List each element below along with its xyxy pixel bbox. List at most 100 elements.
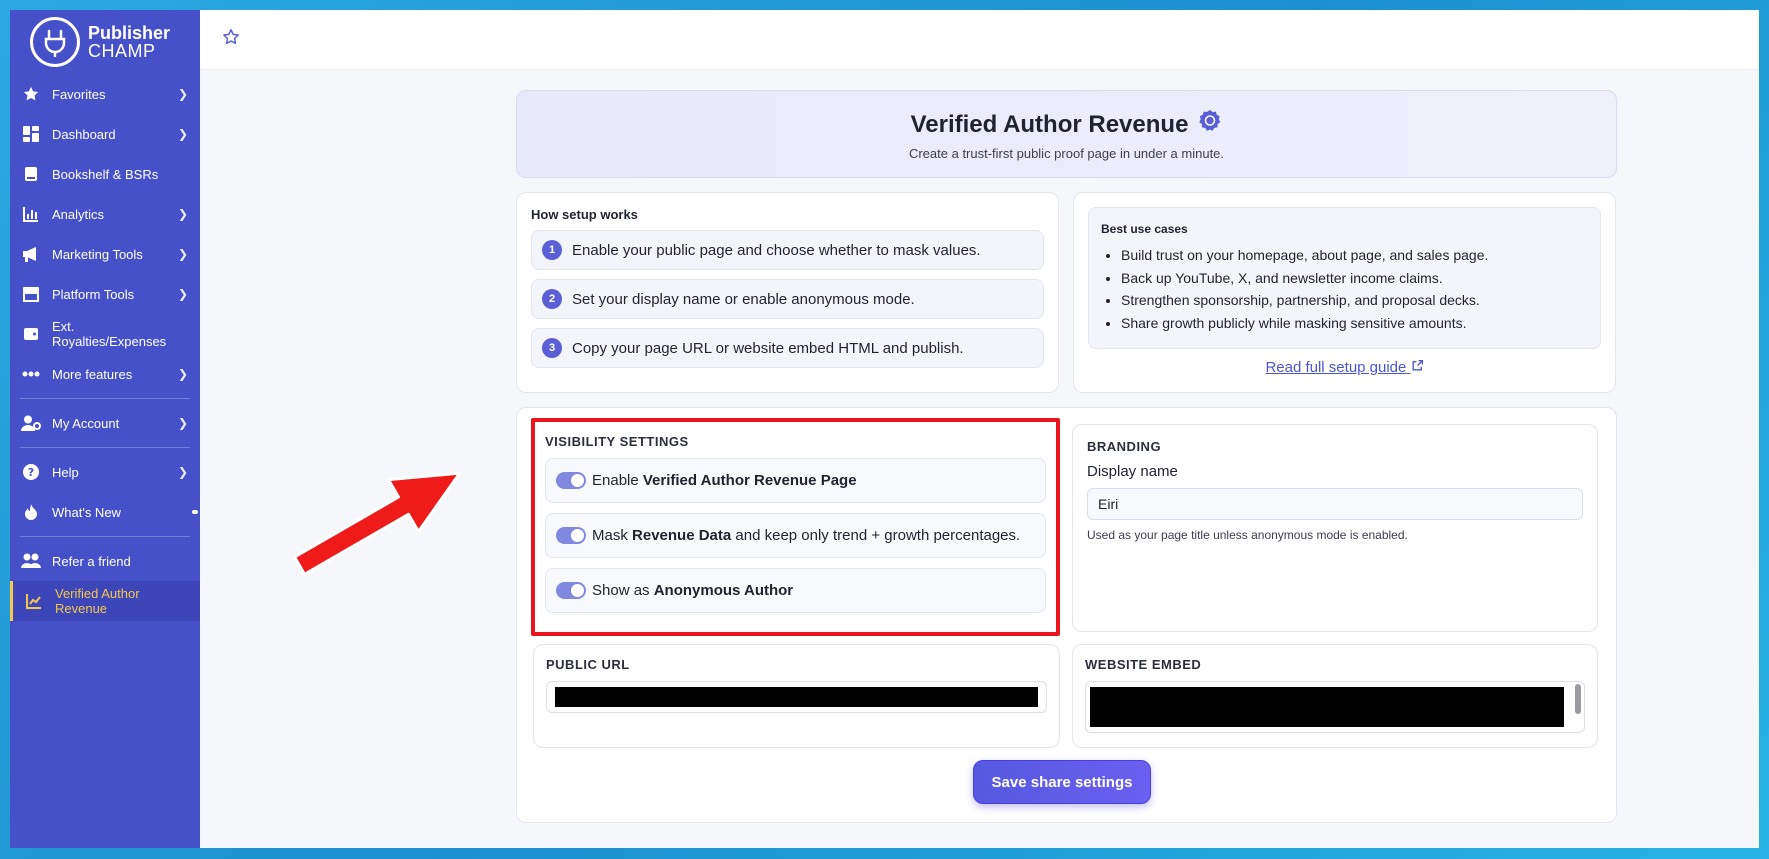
chevron-right-icon: ❯ bbox=[177, 416, 188, 430]
page-subtitle: Create a trust-first public proof page i… bbox=[908, 146, 1225, 161]
ellipsis-icon bbox=[20, 365, 42, 383]
sidebar-item-label: My Account bbox=[52, 415, 120, 431]
step-text: Enable your public page and choose wheth… bbox=[572, 241, 981, 259]
sidebar-item-bookshelf-bsrs[interactable]: Bookshelf & BSRs bbox=[10, 154, 200, 194]
logo[interactable]: Publisher CHAMP bbox=[10, 10, 200, 74]
sidebar: Publisher CHAMP Favorites ❯ Dashboard ❯ Book… bbox=[10, 10, 200, 848]
visibility-toggle-row: Enable Verified Author Revenue Page bbox=[545, 458, 1046, 503]
question-icon: ? bbox=[20, 463, 42, 481]
sidebar-item-label: Platform Tools bbox=[52, 286, 135, 302]
use-case-item: Back up YouTube, X, and newsletter incom… bbox=[1121, 267, 1588, 290]
sidebar-item-marketing-tools[interactable]: Marketing Tools ❯ bbox=[10, 234, 200, 274]
use-case-item: Strengthen sponsorship, partnership, and… bbox=[1121, 289, 1588, 312]
chevron-right-icon: ❯ bbox=[177, 367, 188, 381]
toggle-label: Mask Revenue Data and keep only trend + … bbox=[592, 527, 1021, 544]
setup-step: 1 Enable your public page and choose whet… bbox=[531, 230, 1044, 270]
toggle-switch[interactable] bbox=[556, 527, 586, 544]
wallet-icon bbox=[20, 325, 42, 343]
save-share-settings-button[interactable]: Save share settings bbox=[973, 760, 1151, 804]
chevron-right-icon: ❯ bbox=[177, 247, 188, 261]
verified-badge-icon bbox=[1198, 109, 1222, 140]
step-number: 3 bbox=[542, 338, 562, 358]
nav-divider bbox=[20, 536, 190, 537]
sidebar-item-label: Marketing Tools bbox=[52, 246, 143, 262]
sidebar-item-what-s-new[interactable]: What's New bbox=[10, 492, 200, 532]
branding-title: BRANDING bbox=[1087, 439, 1162, 454]
sidebar-item-label: Dashboard bbox=[52, 126, 116, 142]
redacted-url bbox=[555, 687, 1038, 707]
sidebar-item-help[interactable]: ? Help ❯ bbox=[10, 452, 200, 492]
website-embed-section: WEBSITE EMBED bbox=[1072, 644, 1598, 748]
embed-code-textarea[interactable] bbox=[1085, 681, 1585, 733]
sidebar-item-label: Bookshelf & BSRs bbox=[52, 166, 159, 182]
new-indicator bbox=[192, 510, 198, 514]
display-name-hint: Used as your page title unless anonymous… bbox=[1087, 528, 1408, 542]
sidebar-item-my-account[interactable]: My Account ❯ bbox=[10, 403, 200, 443]
best-title: Best use cases bbox=[1101, 222, 1188, 236]
svg-text:?: ? bbox=[28, 466, 34, 479]
chevron-right-icon: ❯ bbox=[177, 127, 188, 141]
sidebar-item-label: Ext. Royalties/Expenses bbox=[52, 319, 167, 349]
brand-line2: CHAMP bbox=[88, 41, 156, 61]
share-settings-card: VISIBILITY SETTINGS Enable Verified Auth… bbox=[516, 407, 1617, 823]
sidebar-item-favorites[interactable]: Favorites ❯ bbox=[10, 74, 200, 114]
megaphone-icon bbox=[20, 245, 42, 263]
book-icon bbox=[20, 165, 42, 183]
public-url-field[interactable] bbox=[546, 681, 1047, 713]
chart-line-icon bbox=[23, 592, 45, 610]
content: Verified Author Revenue Create a trust-f… bbox=[516, 90, 1617, 823]
sidebar-item-dashboard[interactable]: Dashboard ❯ bbox=[10, 114, 200, 154]
how-setup-card: How setup works 1 Enable your public page… bbox=[516, 192, 1059, 393]
chart-bar-icon bbox=[20, 205, 42, 223]
sidebar-item-ext-royalties-expenses[interactable]: Ext. Royalties/Expenses bbox=[10, 314, 200, 354]
step-text: Set your display name or enable anonymou… bbox=[572, 290, 915, 308]
users-icon bbox=[20, 552, 42, 570]
sidebar-item-label: Refer a friend bbox=[52, 553, 131, 569]
chevron-right-icon: ❯ bbox=[177, 87, 188, 101]
display-name-label: Display name bbox=[1087, 463, 1178, 480]
step-number: 1 bbox=[542, 240, 562, 260]
setup-step: 3 Copy your page URL or website embed HTM… bbox=[531, 328, 1044, 368]
annotation-arrow bbox=[293, 471, 462, 576]
sidebar-item-label: Analytics bbox=[52, 206, 105, 222]
top-bar bbox=[200, 10, 1759, 70]
main-area: Verified Author Revenue Create a trust-f… bbox=[200, 10, 1759, 848]
embed-scrollbar[interactable] bbox=[1575, 684, 1581, 714]
sidebar-item-refer-a-friend[interactable]: Refer a friend bbox=[10, 541, 200, 581]
use-case-item: Share growth publicly while masking sens… bbox=[1121, 312, 1588, 335]
chevron-right-icon: ❯ bbox=[177, 465, 188, 479]
plug-logo-icon bbox=[30, 17, 80, 67]
website-embed-title: WEBSITE EMBED bbox=[1085, 657, 1202, 672]
toggle-switch[interactable] bbox=[556, 582, 586, 599]
user-gear-icon bbox=[20, 414, 42, 432]
store-icon bbox=[20, 285, 42, 303]
sidebar-item-platform-tools[interactable]: Platform Tools ❯ bbox=[10, 274, 200, 314]
how-title: How setup works bbox=[531, 207, 638, 222]
chevron-right-icon: ❯ bbox=[177, 287, 188, 301]
branding-section: BRANDING Display name Eiri Used as your … bbox=[1072, 424, 1598, 632]
display-name-input[interactable]: Eiri bbox=[1087, 488, 1583, 520]
public-url-section: PUBLIC URL bbox=[533, 644, 1060, 748]
sidebar-item-label: Verified Author Revenue bbox=[55, 586, 140, 616]
chevron-right-icon: ❯ bbox=[177, 207, 188, 221]
best-use-cases-card: Best use cases Build trust on your homep… bbox=[1073, 192, 1616, 393]
use-case-item: Build trust on your homepage, about page… bbox=[1121, 244, 1588, 267]
sidebar-item-more-features[interactable]: More features ❯ bbox=[10, 354, 200, 394]
visibility-toggle-row: Mask Revenue Data and keep only trend + … bbox=[545, 513, 1046, 558]
visibility-title: VISIBILITY SETTINGS bbox=[545, 434, 689, 449]
sidebar-item-analytics[interactable]: Analytics ❯ bbox=[10, 194, 200, 234]
sidebar-item-verified-author-revenue[interactable]: Verified Author Revenue bbox=[10, 581, 200, 621]
sidebar-item-label: Favorites bbox=[52, 86, 106, 102]
public-url-title: PUBLIC URL bbox=[546, 657, 630, 672]
setup-guide-link[interactable]: Read full setup guide bbox=[1088, 359, 1601, 376]
nav-divider bbox=[20, 398, 190, 399]
sidebar-nav: Favorites ❯ Dashboard ❯ Bookshelf & BSRs Anal… bbox=[10, 74, 200, 621]
toggle-label: Enable Verified Author Revenue Page bbox=[592, 472, 857, 489]
visibility-toggle-row: Show as Anonymous Author bbox=[545, 568, 1046, 613]
favorite-star-icon[interactable] bbox=[222, 28, 240, 51]
flame-icon bbox=[20, 503, 42, 521]
toggle-switch[interactable] bbox=[556, 472, 586, 489]
sidebar-item-label: More features bbox=[52, 366, 133, 382]
setup-step: 2 Set your display name or enable anonymo… bbox=[531, 279, 1044, 319]
app-window: Publisher CHAMP Favorites ❯ Dashboard ❯ Book… bbox=[10, 10, 1759, 848]
